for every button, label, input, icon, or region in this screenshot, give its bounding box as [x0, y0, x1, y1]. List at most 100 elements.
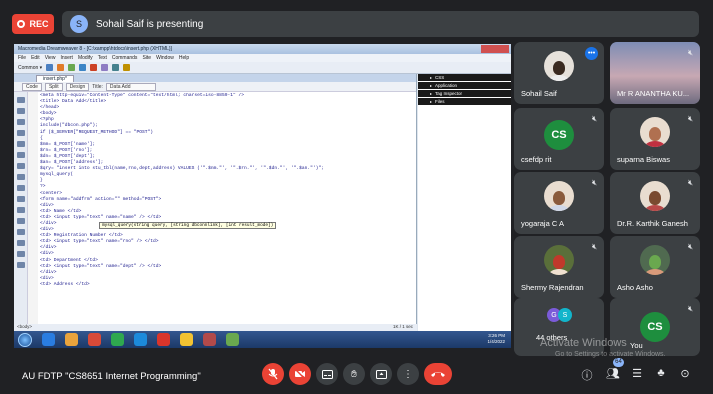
rec-label: REC — [29, 19, 49, 29]
menu-commands: Commands — [111, 55, 138, 61]
chrome-icon — [111, 333, 124, 346]
download-size: 1K / 1 sec — [392, 324, 413, 329]
open-docs-icon — [17, 97, 25, 103]
menu-insert: Insert — [60, 55, 73, 61]
line-numbers-icon — [17, 152, 25, 158]
code-editor: insert.php* Code Split Design Title: Dat… — [14, 74, 417, 324]
mic-toggle-button[interactable] — [262, 363, 284, 385]
participant-tile[interactable]: 🔇︎ Mr R ANANTHA KU... — [610, 42, 700, 104]
people-icon[interactable]: 👥︎ — [606, 367, 620, 380]
more-options-button[interactable]: ⋮ — [397, 363, 419, 385]
meet-window: REC S Sohail Saif is presenting Macromed… — [0, 0, 713, 394]
code-line: <td> Address </td> — [40, 281, 90, 287]
participant-avatar: S — [558, 308, 572, 322]
tray-date: 1/4/2022 — [487, 339, 505, 344]
menu-site: Site — [142, 55, 152, 61]
tag-selector: <body> — [17, 324, 33, 329]
camera-toggle-button[interactable] — [289, 363, 311, 385]
present-icon — [375, 369, 387, 379]
document-tab-bar: insert.php* — [14, 74, 416, 82]
present-button[interactable] — [370, 363, 392, 385]
menu-text: Text — [97, 55, 107, 61]
mic-off-icon — [268, 368, 278, 380]
panel-application: Application — [418, 82, 511, 89]
self-avatar: CS — [640, 312, 670, 342]
menu-edit: Edit — [31, 55, 40, 61]
participant-photo — [640, 117, 670, 147]
menu-file: File — [18, 55, 27, 61]
people-count-badge: 64 — [613, 358, 624, 367]
participant-tile[interactable]: 🔇︎ Dr.R. Karthik Ganesh — [610, 172, 700, 234]
participant-photo — [640, 245, 670, 275]
camera-off-icon — [294, 369, 306, 379]
select-parent-icon — [17, 130, 25, 136]
participant-tile[interactable]: 🔇︎ Shermy Rajendran — [514, 236, 604, 298]
participant-name: yogaraja C A — [521, 219, 564, 228]
media-icon — [112, 64, 120, 71]
chat-icon[interactable]: ☰ — [630, 367, 644, 380]
mic-off-icon: 🔇︎ — [591, 178, 597, 187]
menu-modify: Modify — [77, 55, 93, 61]
participant-tile[interactable]: 🔇︎ yogaraja C A — [514, 172, 604, 234]
more-vert-icon: ⋮ — [403, 368, 413, 380]
table-icon — [79, 64, 87, 71]
leave-call-button[interactable] — [424, 363, 452, 385]
activities-icon[interactable]: ♣ — [654, 367, 668, 379]
presenter-avatar: S — [70, 15, 88, 33]
anchor-icon — [68, 64, 76, 71]
panel-files: Files — [418, 98, 511, 105]
code-hint-tooltip: mysql_query(string query, [string dbconn… — [99, 222, 277, 229]
mic-off-icon: 🔇︎ — [591, 114, 597, 123]
code-content: <meta http-equiv="Content-Type" content=… — [40, 93, 412, 318]
participant-avatar: CS — [544, 120, 574, 150]
mic-off-icon: 🔇︎ — [591, 242, 597, 251]
participant-photo — [640, 181, 670, 211]
panel-css: CSS — [418, 74, 511, 81]
link-icon — [46, 64, 54, 71]
activate-windows-watermark: Activate Windows — [540, 337, 627, 349]
snippets-icon — [17, 229, 25, 235]
app-menubar: File Edit View Insert Modify Text Comman… — [14, 54, 511, 62]
ie-icon — [42, 333, 55, 346]
doc-tab-insert-php: insert.php* — [36, 74, 74, 82]
layer-icon — [90, 64, 98, 71]
split-view-button: Split — [44, 82, 63, 91]
raise-hand-button[interactable]: ✋︎ — [343, 363, 365, 385]
participant-name: Dr.R. Karthik Ganesh — [617, 219, 688, 228]
participant-name: csefdp rit — [521, 155, 552, 164]
recording-indicator[interactable]: REC — [12, 14, 54, 34]
hang-up-icon — [431, 372, 445, 377]
title-label: Title: — [92, 83, 103, 90]
more-options-icon[interactable]: ••• — [585, 47, 598, 60]
participant-name: Shermy Rajendran — [521, 283, 584, 292]
format-icon — [17, 262, 25, 268]
mic-off-icon: 🔇︎ — [687, 242, 693, 251]
windows-taskbar: 3:26 PM 1/4/2022 — [14, 331, 511, 348]
code-view-button: Code — [22, 82, 42, 91]
app-title-bar: Macromedia Dreamweaver 8 - [C:\xampp\htd… — [14, 44, 511, 54]
mic-off-icon: 🔇︎ — [687, 48, 693, 57]
participant-photo — [544, 181, 574, 211]
participant-tile[interactable]: CS 🔇︎ csefdp rit — [514, 108, 604, 170]
participant-tile[interactable]: ••• Sohail Saif — [514, 42, 604, 104]
dreamweaver-icon — [203, 333, 216, 346]
menu-window: Window — [156, 55, 174, 61]
opera-icon — [157, 333, 170, 346]
participant-name: Mr R ANANTHA KU... — [617, 89, 690, 98]
date-icon — [123, 64, 131, 71]
participant-photo — [544, 245, 574, 275]
participant-tile[interactable]: 🔇︎ suparna Biswas — [610, 108, 700, 170]
title-field: Data Add — [105, 82, 156, 91]
menu-help: Help — [178, 55, 190, 61]
balance-braces-icon — [17, 141, 25, 147]
meeting-details-icon[interactable]: ⓘ — [580, 367, 594, 383]
syntax-error-icon — [17, 185, 25, 191]
hand-icon: ✋︎ — [351, 368, 357, 380]
participant-tile[interactable]: 🔇︎ Asho Asho — [610, 236, 700, 298]
system-tray: 3:26 PM 1/4/2022 — [487, 333, 505, 345]
host-controls-icon[interactable]: ⊙ — [678, 367, 692, 380]
captions-button[interactable] — [316, 363, 338, 385]
wrap-tag-icon — [17, 218, 25, 224]
start-icon — [18, 332, 32, 347]
uncomment-icon — [17, 207, 25, 213]
